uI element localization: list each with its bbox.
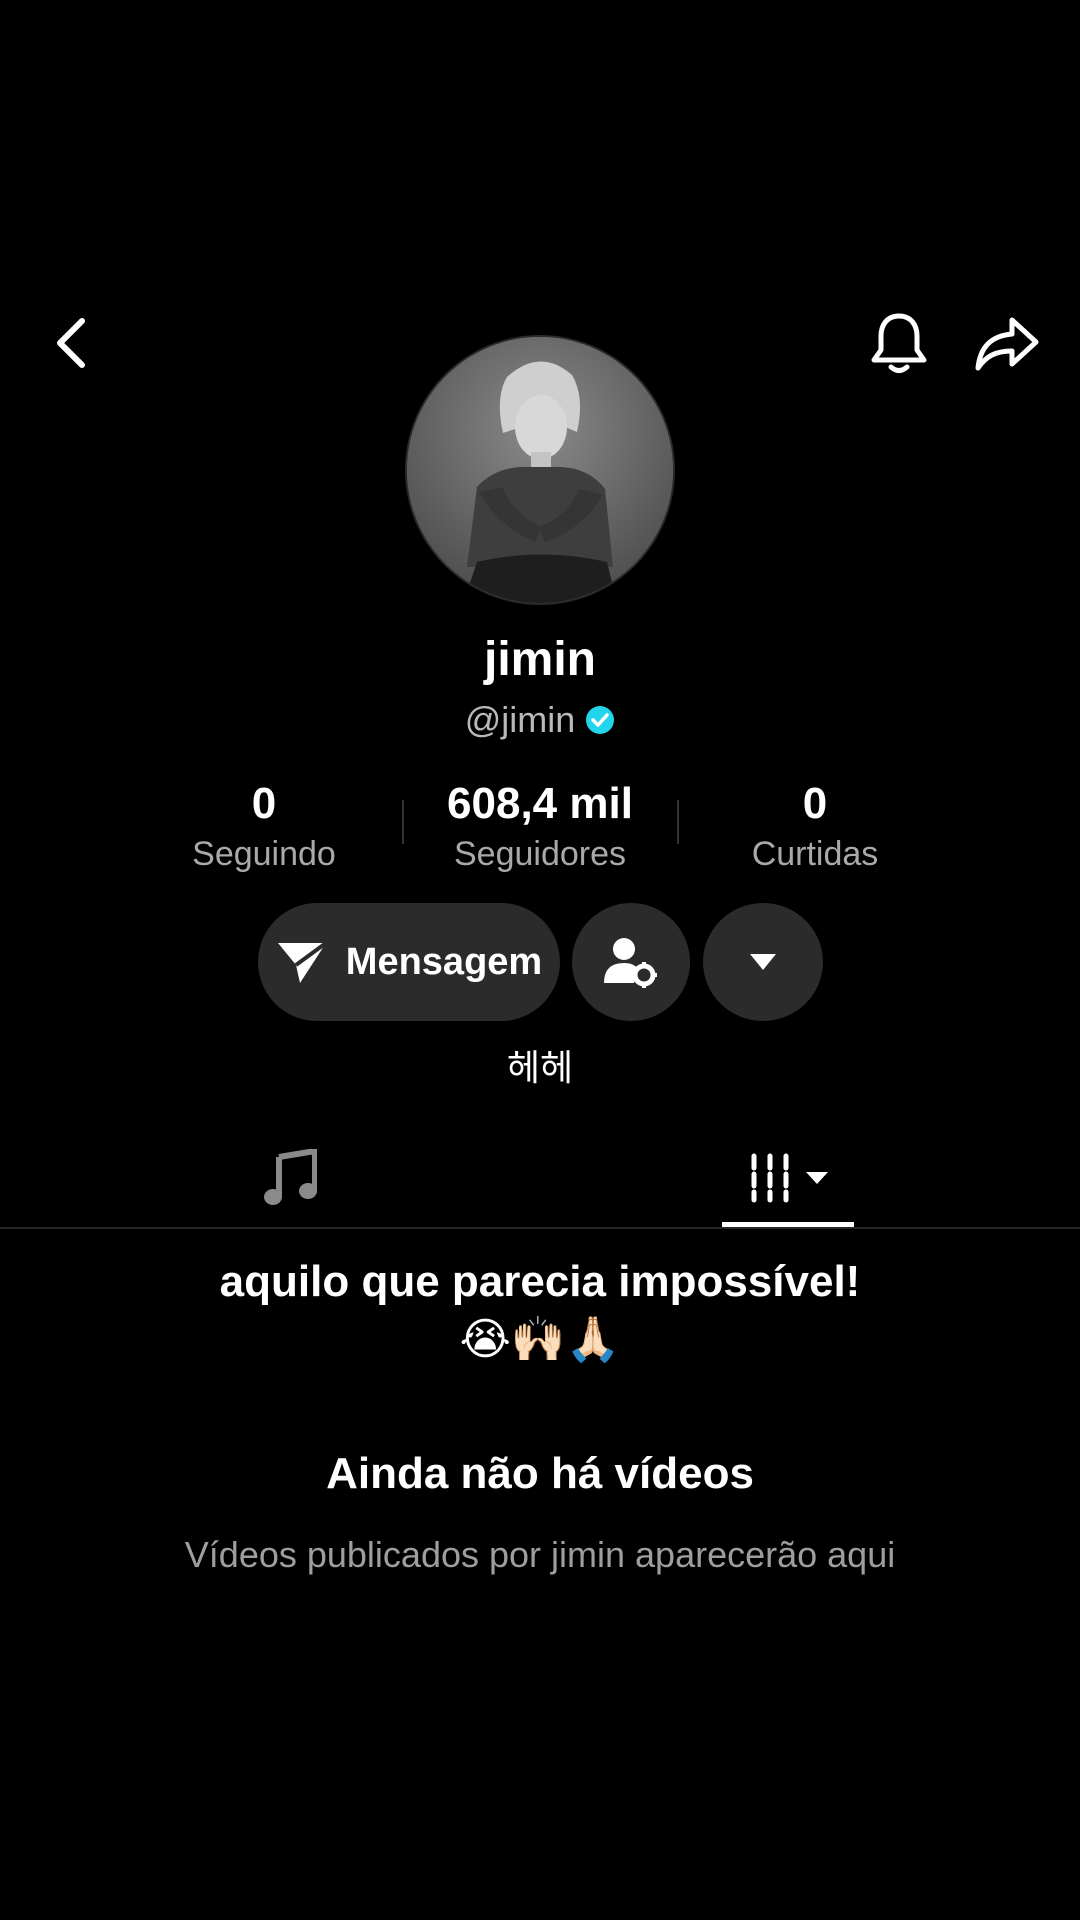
- empty-state-subtitle: Vídeos publicados por jimin aparecerão a…: [184, 1534, 896, 1575]
- stat-likes[interactable]: 0 Curtidas: [685, 776, 945, 876]
- notifications-button[interactable]: [862, 300, 936, 386]
- stat-followers-value: 608,4 mil: [447, 779, 633, 828]
- message-button[interactable]: Mensagem: [258, 903, 560, 1021]
- more-options-button[interactable]: [703, 903, 823, 1021]
- stat-likes-label: Curtidas: [751, 835, 879, 873]
- profile-bio: 헤헤: [506, 1047, 574, 1088]
- avatar[interactable]: [407, 337, 673, 603]
- handle-row: @jimin: [0, 694, 1080, 746]
- video-caption: aquilo que parecia impossível!: [219, 1257, 861, 1306]
- stat-followers[interactable]: 608,4 mil Seguidores: [410, 776, 670, 876]
- profile-photo: [407, 337, 673, 603]
- caret-down-icon: [750, 954, 776, 970]
- stat-followers-label: Seguidores: [453, 835, 626, 873]
- caption-emoji: 😭🙌🏻🙏🏻: [459, 1315, 621, 1364]
- username-handle: @jimin: [464, 699, 576, 740]
- chevron-left-icon: [57, 318, 85, 368]
- back-button[interactable]: [40, 300, 104, 386]
- stat-divider: [677, 800, 679, 844]
- stat-divider: [402, 800, 404, 844]
- bell-icon: [871, 313, 927, 373]
- stat-following-value: 0: [251, 779, 277, 828]
- verified-badge-icon: [586, 706, 615, 734]
- stat-following[interactable]: 0 Seguindo: [134, 776, 394, 876]
- send-plane-icon: [277, 941, 327, 983]
- message-button-label: Mensagem: [345, 940, 543, 983]
- grid-icon: [751, 1153, 789, 1203]
- stat-following-label: Seguindo: [192, 835, 336, 873]
- display-name: jimin: [483, 633, 596, 686]
- tab-music[interactable]: [230, 1130, 350, 1226]
- tab-divider: [0, 1227, 1080, 1229]
- caret-down-icon: [806, 1172, 828, 1184]
- share-button[interactable]: [968, 300, 1046, 386]
- empty-state-title: Ainda não há vídeos: [326, 1449, 754, 1498]
- stat-likes-value: 0: [802, 779, 828, 828]
- tab-videos[interactable]: [722, 1130, 854, 1226]
- share-arrow-icon: [975, 317, 1039, 371]
- music-note-icon: [264, 1149, 317, 1205]
- user-settings-icon: [604, 938, 657, 988]
- follow-settings-button[interactable]: [572, 903, 690, 1021]
